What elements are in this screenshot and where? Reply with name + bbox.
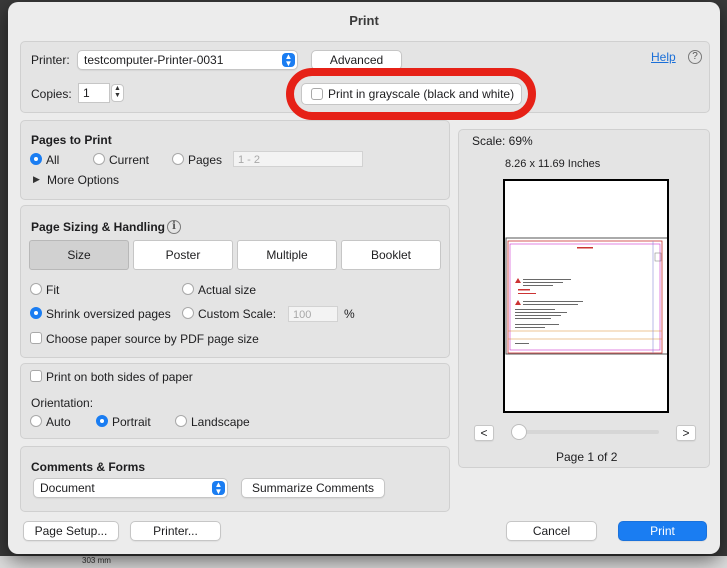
duplex-checkbox[interactable] — [30, 370, 42, 382]
copies-input[interactable]: 1 — [78, 83, 110, 103]
chevron-updown-icon: ▲ ▼ — [212, 481, 225, 496]
radio-actual-size-label: Actual size — [198, 283, 257, 297]
grayscale-label: Print in grayscale (black and white) — [328, 87, 515, 101]
radio-portrait[interactable] — [96, 415, 108, 427]
custom-scale-input[interactable]: 100 — [288, 306, 338, 322]
printer-label: Printer: — [31, 53, 70, 67]
ruler-label: 303 mm — [82, 556, 111, 565]
printer-select-value: testcomputer-Printer-0031 — [84, 53, 224, 67]
help-link[interactable]: Help — [651, 50, 676, 64]
radio-custom-scale[interactable] — [182, 307, 194, 319]
chevron-updown-icon: ▲ ▼ — [282, 53, 295, 68]
radio-current-label: Current — [109, 153, 150, 167]
pages-to-print-heading: Pages to Print — [31, 133, 112, 147]
radio-landscape[interactable] — [175, 415, 187, 427]
question-mark-icon[interactable]: ? — [688, 50, 702, 64]
next-page-button[interactable]: > — [676, 425, 696, 441]
radio-fit[interactable] — [30, 283, 42, 295]
radio-shrink-label: Shrink oversized pages — [46, 307, 171, 321]
percent-label: % — [344, 307, 355, 321]
scale-text: Scale: 69% — [472, 134, 533, 148]
radio-auto-label: Auto — [46, 415, 71, 429]
print-dialog: Print Printer: testcomputer-Printer-0031… — [8, 2, 720, 554]
stepper-arrows-icon[interactable]: ▲ ▼ — [111, 84, 124, 102]
paper-source-label: Choose paper source by PDF page size — [46, 332, 259, 346]
grayscale-checkbox[interactable] — [311, 88, 323, 100]
previous-page-button[interactable]: < — [474, 425, 494, 441]
radio-portrait-label: Portrait — [112, 415, 151, 429]
advanced-button[interactable]: Advanced — [311, 50, 402, 70]
preview-thumbnail — [505, 237, 667, 355]
radio-shrink[interactable] — [30, 307, 42, 319]
radio-pages[interactable] — [172, 153, 184, 165]
radio-all[interactable] — [30, 153, 42, 165]
grayscale-option[interactable]: Print in grayscale (black and white) — [301, 83, 522, 105]
mode-size-button[interactable]: Size — [29, 240, 129, 270]
copies-label: Copies: — [31, 87, 72, 101]
summarize-comments-button[interactable]: Summarize Comments — [241, 478, 385, 498]
radio-pages-label: Pages — [188, 153, 223, 167]
comments-forms-heading: Comments & Forms — [31, 460, 146, 474]
dialog-title: Print — [349, 13, 379, 28]
mode-multiple-button[interactable]: Multiple — [237, 240, 337, 270]
radio-auto[interactable] — [30, 415, 42, 427]
paper-size-text: 8.26 x 11.69 Inches — [505, 158, 601, 170]
orientation-label: Orientation: — [31, 396, 94, 410]
printer-button[interactable]: Printer... — [130, 521, 221, 541]
mode-poster-button[interactable]: Poster — [133, 240, 233, 270]
background-ruler: 303 mm — [0, 556, 727, 568]
more-options-label[interactable]: More Options — [47, 173, 119, 187]
radio-actual-size[interactable] — [182, 283, 194, 295]
page-sizing-heading: Page Sizing & Handling — [31, 220, 166, 234]
printer-select[interactable]: testcomputer-Printer-0031 ▲ ▼ — [77, 50, 298, 70]
radio-all-label: All — [46, 153, 60, 167]
radio-fit-label: Fit — [46, 283, 60, 297]
page-slider[interactable] — [511, 424, 659, 440]
disclosure-triangle-icon[interactable]: ▶ — [33, 174, 40, 185]
paper-source-checkbox[interactable] — [30, 332, 42, 344]
page-setup-button[interactable]: Page Setup... — [23, 521, 119, 541]
duplex-label: Print on both sides of paper — [46, 370, 193, 384]
comments-select[interactable]: Document ▲ ▼ — [33, 478, 228, 498]
page-range-input[interactable]: 1 - 2 — [233, 151, 363, 167]
cancel-button[interactable]: Cancel — [506, 521, 597, 541]
radio-custom-scale-label: Custom Scale: — [198, 307, 277, 321]
copies-value: 1 — [83, 86, 90, 100]
print-button[interactable]: Print — [618, 521, 707, 541]
info-icon[interactable]: i — [167, 220, 181, 234]
page-slider-thumb[interactable] — [511, 424, 527, 440]
radio-current[interactable] — [93, 153, 105, 165]
page-counter: Page 1 of 2 — [556, 450, 618, 464]
mode-booklet-button[interactable]: Booklet — [341, 240, 441, 270]
copies-stepper[interactable]: 1 ▲ ▼ — [78, 83, 124, 103]
page-preview — [503, 179, 669, 413]
radio-landscape-label: Landscape — [191, 415, 250, 429]
comments-select-value: Document — [40, 481, 95, 495]
